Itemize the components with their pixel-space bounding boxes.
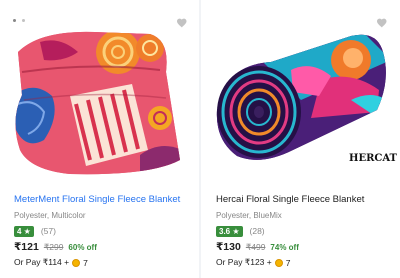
carousel-dot[interactable] [22,19,26,22]
product-subtitle: Polyester, Multicolor [14,211,86,220]
product-image[interactable] [0,0,199,186]
product-title[interactable]: Hercai Floral Single Fleece Blanket [216,194,396,206]
pay-text: Or Pay ₹123 + [216,257,272,267]
product-title[interactable]: MeterMent Floral Single Fleece Blanket [14,194,194,206]
supercoin-icon [72,258,81,267]
product-image[interactable]: HERCAT [201,0,400,186]
carousel-dots [13,9,27,27]
coin-count: 7 [285,257,291,268]
wishlist-heart-icon[interactable] [176,16,188,28]
selling-price: ₹130 [216,241,241,253]
rating-badge: 4 ★ [14,225,34,237]
supercoin-offer: Or Pay ₹114 + 7 [14,257,88,268]
rating-badge: 3.6 ★ [216,225,243,237]
rating-count: (57) [40,226,56,236]
coin-count: 7 [83,257,88,268]
supercoin-icon [274,258,283,267]
price-row: ₹121 ₹299 60% off [14,241,97,253]
rating-row: 3.6 ★ (28) [216,225,265,237]
carousel-dot-active[interactable] [13,19,16,22]
wishlist-heart-icon[interactable] [376,16,388,28]
selling-price: ₹121 [14,241,39,253]
product-subtitle: Polyester, BlueMix [216,211,282,220]
price-row: ₹130 ₹499 74% off [216,241,299,253]
discount-label: 60% off [68,243,97,252]
original-price: ₹499 [245,242,266,252]
product-card[interactable]: MeterMent Floral Single Fleece Blanket P… [0,0,199,278]
product-card[interactable]: HERCAT Hercai Floral Single Fleece Blank… [201,0,400,278]
watermark-logo: HERCAT [349,153,398,164]
pay-text: Or Pay ₹114 + [14,257,70,267]
original-price: ₹299 [43,242,64,252]
rating-count: (28) [249,226,265,236]
discount-label: 74% off [270,243,299,252]
rating-row: 4 ★ (57) [14,225,56,237]
supercoin-offer: Or Pay ₹123 + 7 [216,257,290,268]
